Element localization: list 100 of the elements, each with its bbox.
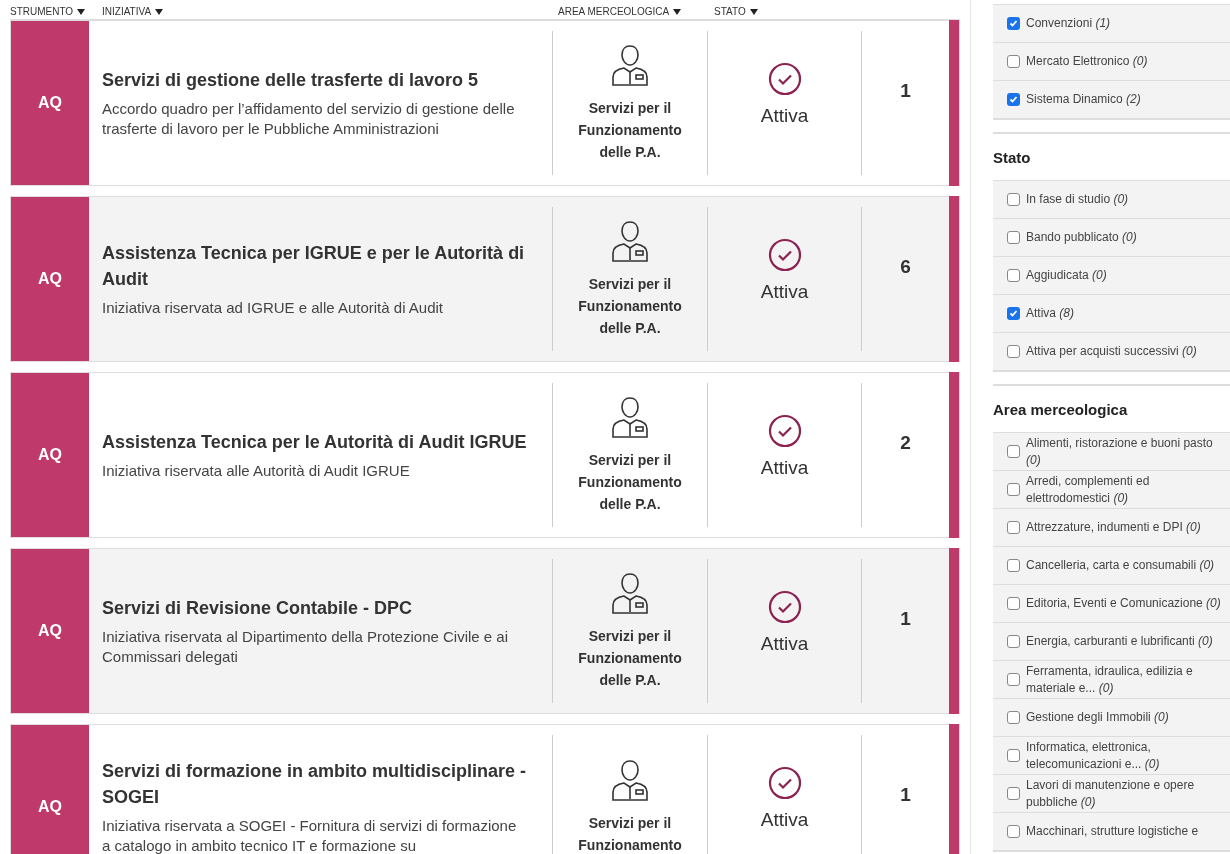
- filter-option[interactable]: Attrezzature, indumenti e DPI (0): [993, 509, 1230, 547]
- checkmark-icon: [1009, 309, 1018, 318]
- option-label: In fase di studio (0): [1026, 191, 1129, 208]
- option-label: Editoria, Eventi e Comunicazione (0): [1026, 595, 1221, 612]
- status-label: Attiva: [760, 631, 809, 656]
- person-icon: [611, 571, 649, 615]
- tool-badge: AQ: [11, 21, 89, 185]
- initiative-description: Accordo quadro per l’affidamento del servizio di gestione delle trasferte di lavoro per le Pubbliche Amministrazioni: [102, 99, 516, 139]
- checkbox[interactable]: [1007, 17, 1020, 30]
- sort-caret-icon: [673, 8, 682, 15]
- filter-option[interactable]: Alimenti, ristorazione e buoni pasto (0): [993, 433, 1230, 471]
- check-circle-icon: [767, 765, 802, 800]
- filter-option[interactable]: Lavori di manutenzione e opere pubbliche (0): [993, 775, 1230, 813]
- option-label: Bando pubblicato (0): [1026, 229, 1137, 246]
- filter-option[interactable]: Attiva (8): [993, 295, 1230, 333]
- tool-badge: AQ: [11, 725, 89, 854]
- filter-option[interactable]: Bando pubblicato (0): [993, 219, 1230, 257]
- checkmark-icon: [1009, 95, 1018, 104]
- initiative-title[interactable]: Assistenza Tecnica per le Autorità di Audit IGRUE: [102, 429, 528, 455]
- person-icon: [611, 43, 649, 87]
- status-label: Attiva: [760, 103, 809, 128]
- lot-count: 1: [900, 79, 911, 103]
- filter-option[interactable]: Attiva per acquisti successivi (0): [993, 333, 1230, 371]
- initiative-description: Iniziativa riservata al Dipartimento della Protezione Civile e ai Commissari delegati: [102, 627, 510, 667]
- filter-option[interactable]: Macchinari, strutture logistiche e: [993, 813, 1230, 851]
- initiative-card[interactable]: AQ Assistenza Tecnica per IGRUE e per le Autorità di Audit Iniziativa riservata ad IGRUE e alle Autorità di Audit Servizi per il Funzionamento delle P.A. Attiva 6: [10, 196, 960, 362]
- filter-option[interactable]: Mercato Elettronico (0): [993, 43, 1230, 81]
- checkbox[interactable]: [1007, 521, 1020, 534]
- filter-option[interactable]: Editoria, Eventi e Comunicazione (0): [993, 585, 1230, 623]
- filter-option[interactable]: Convenzioni (1): [993, 5, 1230, 43]
- checkbox[interactable]: [1007, 483, 1020, 496]
- filter-option[interactable]: Informatica, elettronica, telecomunicazioni e... (0): [993, 737, 1230, 775]
- filter-option[interactable]: Energia, carburanti e lubrificanti (0): [993, 623, 1230, 661]
- initiative-description: Iniziativa riservata ad IGRUE e alle Autorità di Audit: [102, 298, 444, 318]
- column-header[interactable]: AREA MERCEOLOGICA: [558, 4, 670, 19]
- initiative-description: Iniziativa riservata a SOGEI - Fornitura di servizi di formazione a catalogo in ambito tecnico IT e formazione su: [102, 816, 518, 854]
- checkbox[interactable]: [1007, 307, 1020, 320]
- checkbox[interactable]: [1007, 93, 1020, 106]
- checkbox[interactable]: [1007, 749, 1020, 762]
- option-label: Convenzioni (1): [1026, 15, 1111, 32]
- initiative-description: Iniziativa riservata alle Autorità di Audit IGRUE: [102, 461, 411, 481]
- initiative-card[interactable]: [10, 20, 960, 186]
- initiative-card[interactable]: AQ Assistenza Tecnica per le Autorità di Audit IGRUE Iniziativa riservata alle Autorità di Audit IGRUE Servizi per il Funzionamento delle P.A. Attiva 2: [10, 372, 960, 538]
- initiative-title[interactable]: Servizi di Revisione Contabile - DPC: [102, 595, 528, 621]
- option-label: Mercato Elettronico (0): [1026, 53, 1148, 70]
- checkmark-icon: [1009, 19, 1018, 28]
- checkbox[interactable]: [1007, 597, 1020, 610]
- initiative-title[interactable]: Servizi di gestione delle trasferte di lavoro 5: [102, 67, 528, 93]
- column-header[interactable]: STATO: [714, 4, 746, 19]
- column-header[interactable]: STRUMENTO: [10, 4, 74, 19]
- area-label: Servizi per il Funzionamento: [577, 814, 683, 854]
- option-label: Attrezzature, indumenti e DPI (0): [1026, 519, 1201, 536]
- filter-option[interactable]: Arredi, complementi ed elettrodomestici (0): [993, 471, 1230, 509]
- person-icon: [611, 219, 649, 263]
- area-label: Servizi per il Funzionamento delle P.A.: [577, 627, 683, 690]
- filter-option[interactable]: Ferramenta, idraulica, edilizia e materiale e... (0): [993, 661, 1230, 699]
- option-label: Attiva per acquisti successivi (0): [1026, 343, 1197, 360]
- option-label: Aggiudicata (0): [1026, 267, 1107, 284]
- filter-option[interactable]: Aggiudicata (0): [993, 257, 1230, 295]
- sort-caret-icon: [77, 8, 86, 15]
- option-label: Arredi, complementi ed elettrodomestici (0): [1026, 472, 1151, 507]
- check-circle-icon: [767, 589, 802, 624]
- checkbox[interactable]: [1007, 635, 1020, 648]
- sort-caret-icon: [155, 8, 164, 15]
- option-label: Attiva (8): [1026, 305, 1075, 322]
- check-circle-icon: [767, 237, 802, 272]
- column-header[interactable]: INIZIATIVA: [102, 4, 152, 19]
- checkbox[interactable]: [1007, 231, 1020, 244]
- initiative-title[interactable]: Assistenza Tecnica per IGRUE e per le Autorità di Audit: [102, 240, 528, 292]
- initiative-card[interactable]: AQ Servizi di Revisione Contabile - DPC Iniziativa riservata al Dipartimento della Protezione Civile e ai Commissari delegati Servizi per il Funzionamento delle P.A. Attiva 1: [10, 548, 960, 714]
- checkbox[interactable]: [1007, 787, 1020, 800]
- checkbox[interactable]: [1007, 673, 1020, 686]
- option-label: Cancelleria, carta e consumabili (0): [1026, 557, 1215, 574]
- lot-count: 6: [900, 255, 911, 279]
- checkbox[interactable]: [1007, 193, 1020, 206]
- filter-option[interactable]: Gestione degli Immobili (0): [993, 699, 1230, 737]
- checkbox[interactable]: [1007, 55, 1020, 68]
- option-label: Sistema Dinamico (2): [1026, 91, 1141, 108]
- checkbox[interactable]: [1007, 445, 1020, 458]
- checkbox[interactable]: [1007, 269, 1020, 282]
- checkbox[interactable]: [1007, 559, 1020, 572]
- filter-option[interactable]: Sistema Dinamico (2): [993, 81, 1230, 119]
- lot-count: 2: [900, 431, 911, 455]
- option-label: Informatica, elettronica, telecomunicazioni e... (0): [1026, 738, 1161, 773]
- status-label: Attiva: [760, 807, 809, 832]
- option-label: Ferramenta, idraulica, edilizia e materiale e... (0): [1026, 662, 1194, 697]
- option-label: Alimenti, ristorazione e buoni pasto (0): [1026, 434, 1214, 469]
- status-label: Attiva: [760, 279, 809, 304]
- checkbox[interactable]: [1007, 345, 1020, 358]
- option-label: Lavori di manutenzione e opere pubbliche (0): [1026, 776, 1196, 811]
- checkbox[interactable]: [1007, 825, 1020, 838]
- filter-option[interactable]: Cancelleria, carta e consumabili (0): [993, 547, 1230, 585]
- filter-option[interactable]: In fase di studio (0): [993, 181, 1230, 219]
- lot-count: 1: [900, 607, 911, 631]
- checkbox[interactable]: [1007, 711, 1020, 724]
- initiative-card[interactable]: [10, 724, 960, 854]
- option-label: Macchinari, strutture logistiche e: [1026, 823, 1199, 840]
- person-icon: [611, 395, 649, 439]
- area-label: Servizi per il Funzionamento delle P.A.: [577, 275, 683, 338]
- initiative-title[interactable]: Servizi di formazione in ambito multidisciplinare - SOGEI: [102, 758, 528, 810]
